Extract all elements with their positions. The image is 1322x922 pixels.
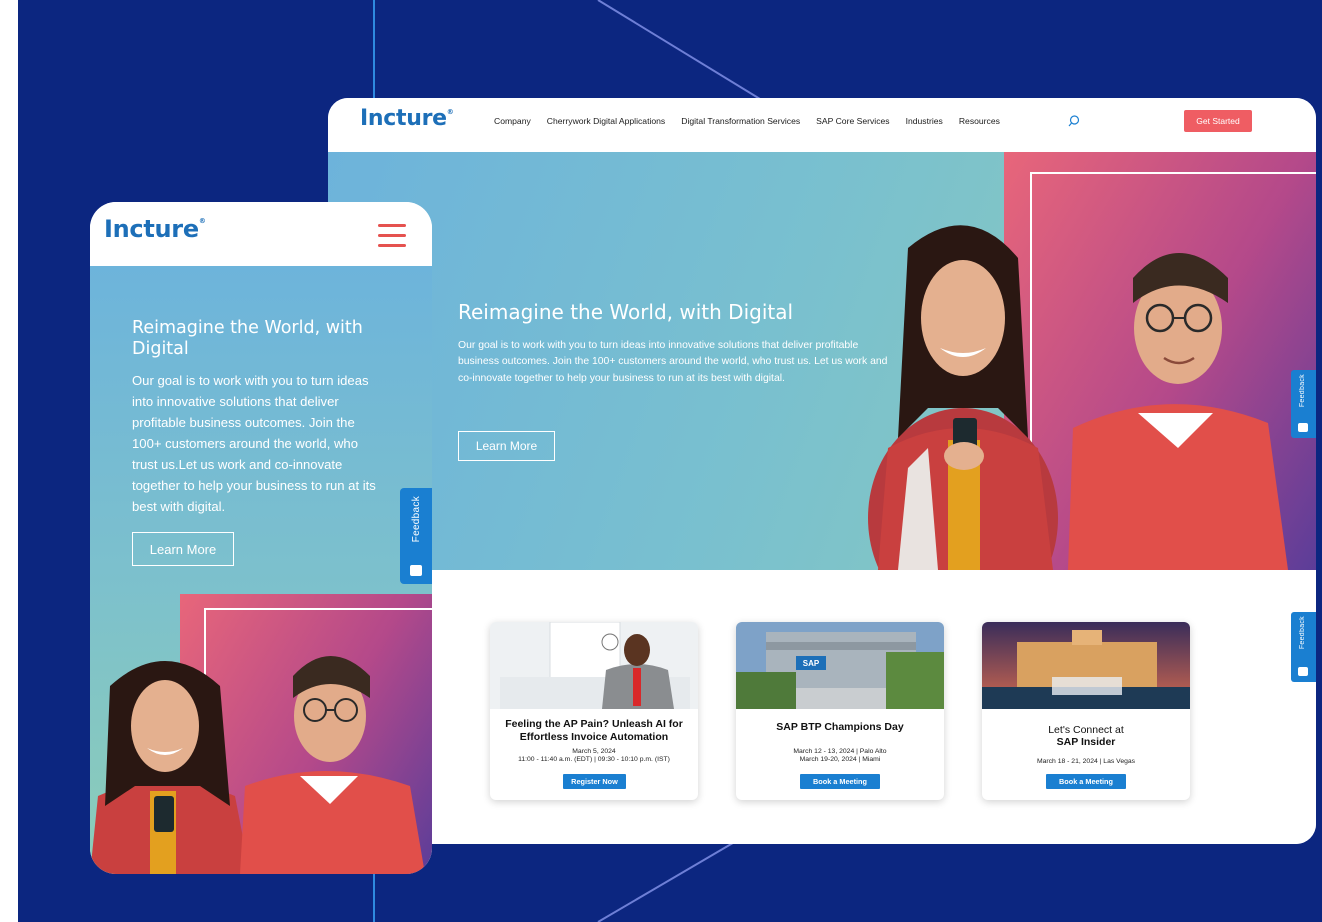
mobile-mockup: Incture® Reimagine the World, with Digit…: [90, 202, 432, 874]
feedback-label: Feedback: [1299, 374, 1306, 408]
feedback-tab[interactable]: Feedback: [1291, 370, 1316, 438]
hamburger-menu-icon[interactable]: [378, 224, 406, 248]
event-title: Feeling the AP Pain? Unleash AI for Effo…: [505, 718, 683, 743]
showcase-background: Incture® Company Cherrywork Digital Appl…: [18, 0, 1322, 922]
mobile-logo[interactable]: Incture®: [104, 215, 206, 243]
event-image-sap-building: SAP: [736, 622, 944, 709]
desktop-hero-title: Reimagine the World, with Digital: [458, 300, 794, 324]
nav-item-cherrywork[interactable]: Cherrywork Digital Applications: [547, 116, 665, 126]
event-image-businessman: [490, 622, 698, 709]
nav-item-industries[interactable]: Industries: [906, 116, 943, 126]
event-title: SAP Insider: [1056, 736, 1116, 748]
mobile-header: Incture®: [90, 202, 432, 266]
nav-item-sap-core[interactable]: SAP Core Services: [816, 116, 889, 126]
feedback-label: Feedback: [1299, 616, 1306, 650]
feedback-label: Feedback: [411, 496, 422, 543]
desktop-learn-more-button[interactable]: Learn More: [458, 431, 555, 461]
desktop-hero: Reimagine the World, with Digital Our go…: [328, 152, 1316, 570]
feedback-tab[interactable]: Feedback: [1291, 612, 1316, 682]
feedback-icon: [1298, 423, 1308, 432]
feedback-icon: [1298, 667, 1308, 676]
svg-text:SAP: SAP: [803, 659, 820, 668]
event-line-2: March 19-20, 2024 | Miami: [799, 756, 881, 763]
mobile-learn-more-button[interactable]: Learn More: [132, 532, 234, 566]
event-time: 11:00 - 11:40 a.m. (EDT) | 09:30 - 10:10…: [518, 756, 670, 763]
desktop-navbar: Incture® Company Cherrywork Digital Appl…: [328, 98, 1316, 152]
feedback-tab[interactable]: Feedback: [400, 488, 432, 584]
desktop-logo[interactable]: Incture®: [360, 106, 454, 131]
events-section: Feeling the AP Pain? Unleash AI for Effo…: [328, 570, 1316, 844]
desktop-hero-body: Our goal is to work with you to turn ide…: [458, 340, 888, 384]
nav-item-company[interactable]: Company: [494, 116, 531, 126]
mobile-hero: Reimagine the World, with Digital Our go…: [90, 266, 432, 874]
mobile-people-image: [90, 656, 425, 874]
event-title-prefix: Let's Connect at: [1048, 724, 1124, 736]
book-meeting-button[interactable]: Book a Meeting: [1046, 774, 1126, 789]
book-meeting-button[interactable]: Book a Meeting: [800, 774, 880, 789]
get-started-button[interactable]: Get Started: [1184, 110, 1252, 132]
event-card-btp-champions[interactable]: SAP SAP BTP Champions Day March 12 - 13,…: [736, 622, 944, 800]
nav-item-resources[interactable]: Resources: [959, 116, 1000, 126]
event-title: SAP BTP Champions Day: [776, 721, 904, 733]
mobile-hero-body: Our goal is to work with you to turn ide…: [132, 373, 376, 514]
hero-people-image: [868, 225, 1288, 570]
mobile-hero-title: Reimagine the World, with Digital: [132, 318, 363, 359]
register-now-button[interactable]: Register Now: [563, 774, 626, 789]
desktop-menu: Company Cherrywork Digital Applications …: [494, 116, 1000, 126]
event-line-1: March 18 - 21, 2024 | Las Vegas: [1036, 758, 1136, 765]
feedback-icon: [410, 565, 422, 576]
search-icon[interactable]: [1068, 115, 1080, 127]
desktop-mockup: Incture® Company Cherrywork Digital Appl…: [328, 98, 1316, 844]
event-image-las-vegas: [982, 622, 1190, 709]
event-card-sap-insider[interactable]: Let's Connect at SAP Insider March 18 - …: [982, 622, 1190, 800]
nav-item-digital-transformation[interactable]: Digital Transformation Services: [681, 116, 800, 126]
event-card-ap-pain[interactable]: Feeling the AP Pain? Unleash AI for Effo…: [490, 622, 698, 800]
